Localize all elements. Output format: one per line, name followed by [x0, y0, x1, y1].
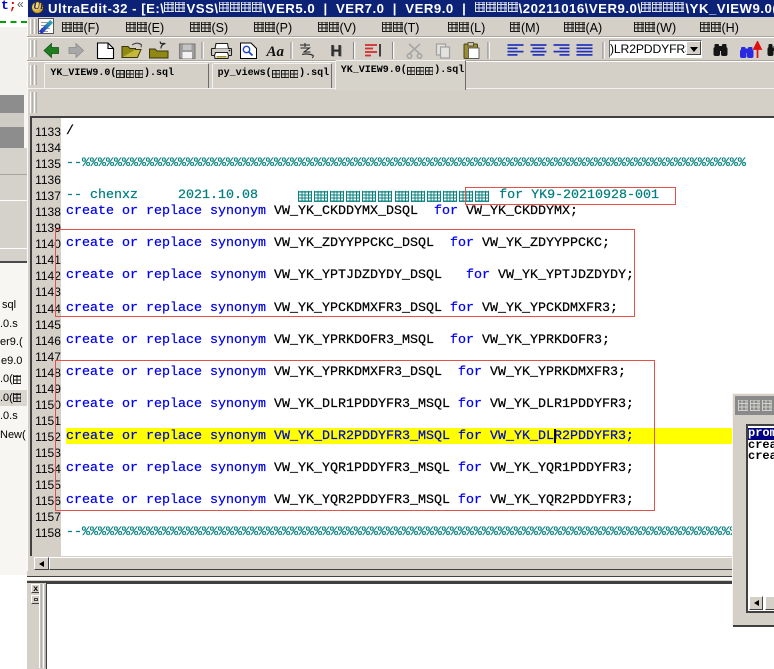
svg-text:H: H — [330, 42, 342, 59]
svg-text:Aa: Aa — [265, 44, 284, 60]
